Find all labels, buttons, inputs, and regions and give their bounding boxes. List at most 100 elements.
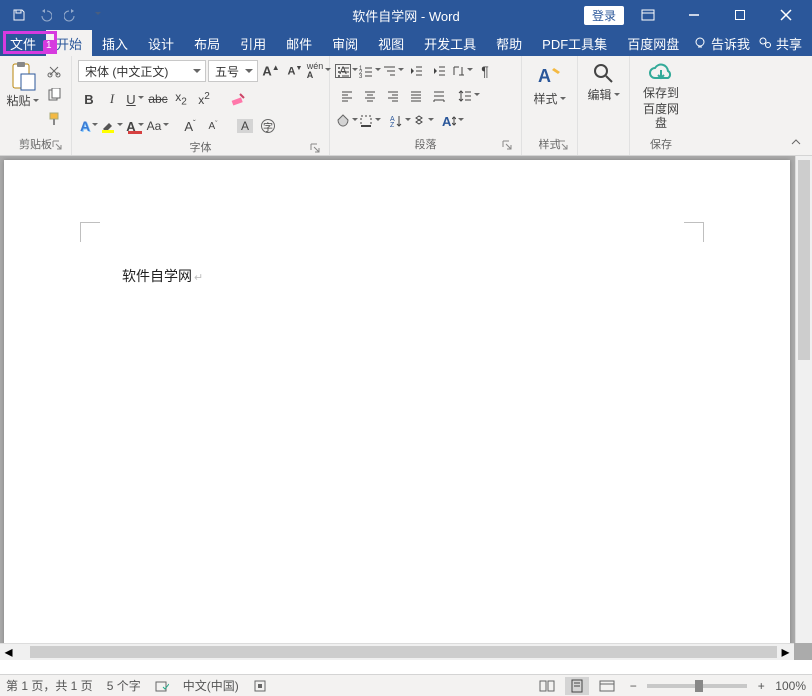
zoom-slider[interactable] <box>647 684 747 688</box>
zoom-thumb[interactable] <box>695 680 703 692</box>
tab-layout[interactable]: 布局 <box>184 30 230 56</box>
document-text[interactable]: 软件自学网↵ <box>122 266 203 286</box>
cut-icon[interactable] <box>43 60 65 82</box>
asian-layout-icon[interactable] <box>412 110 434 132</box>
status-page[interactable]: 第 1 页，共 1 页 <box>6 677 93 694</box>
close-icon[interactable] <box>764 0 808 30</box>
bullets-icon[interactable] <box>336 60 358 82</box>
paste-label: 粘贴 <box>6 92 38 109</box>
ribbon-display-icon[interactable] <box>626 0 670 30</box>
tab-insert[interactable]: 插入 <box>92 30 138 56</box>
tab-mailings[interactable]: 邮件 <box>276 30 322 56</box>
text-effects-icon[interactable]: A <box>78 115 100 137</box>
tab-help[interactable]: 帮助 <box>486 30 532 56</box>
superscript-icon[interactable]: x2 <box>193 88 215 110</box>
vertical-scrollbar[interactable] <box>795 156 812 643</box>
paste-button[interactable]: 粘贴 <box>6 60 39 109</box>
align-left-icon[interactable] <box>336 85 358 107</box>
share-button[interactable]: 共享 <box>758 34 802 53</box>
editing-button[interactable]: 编辑 <box>584 60 623 102</box>
group-editing: 编辑 <box>578 56 630 155</box>
borders-icon[interactable] <box>359 110 381 132</box>
clear-formatting-icon[interactable] <box>227 88 249 110</box>
group-editing-label <box>584 138 623 155</box>
numbering-icon[interactable]: 123 <box>359 60 381 82</box>
tab-view[interactable]: 视图 <box>368 30 414 56</box>
save-icon[interactable] <box>8 4 30 26</box>
clipboard-launcher-icon[interactable] <box>51 140 63 152</box>
page[interactable]: 软件自学网↵ <box>4 160 790 660</box>
copy-icon[interactable] <box>43 84 65 106</box>
print-layout-icon[interactable] <box>565 677 589 695</box>
strikethrough-icon[interactable]: abc <box>147 88 169 110</box>
tab-design[interactable]: 设计 <box>138 30 184 56</box>
minimize-icon[interactable] <box>672 0 716 30</box>
maximize-icon[interactable] <box>718 0 762 30</box>
multilevel-list-icon[interactable] <box>382 60 404 82</box>
align-justify-icon[interactable] <box>405 85 427 107</box>
align-distribute-icon[interactable] <box>428 85 450 107</box>
line-spacing-icon[interactable] <box>458 85 480 107</box>
subscript-icon[interactable]: x2 <box>170 88 192 110</box>
font-color-icon[interactable]: A <box>124 115 146 137</box>
font-size-select[interactable]: 五号 <box>208 60 258 82</box>
tab-review[interactable]: 审阅 <box>322 30 368 56</box>
svg-text:A: A <box>538 66 551 86</box>
align-right-icon[interactable] <box>382 85 404 107</box>
tab-pdf-tools[interactable]: PDF工具集 <box>532 30 617 56</box>
tab-baidu[interactable]: 百度网盘 <box>617 30 689 56</box>
save-to-baidu-button[interactable]: 保存到 百度网盘 <box>638 60 684 130</box>
status-proofing-icon[interactable] <box>155 679 169 693</box>
read-mode-icon[interactable] <box>535 677 559 695</box>
status-language[interactable]: 中文(中国) <box>183 677 239 694</box>
qat-customize-icon[interactable] <box>86 4 108 26</box>
show-marks-icon[interactable]: ¶ <box>474 60 496 82</box>
login-button[interactable]: 登录 <box>584 6 624 25</box>
sort-icon[interactable]: AZ <box>389 110 411 132</box>
horizontal-scrollbar[interactable]: ◂ ▸ <box>0 643 794 660</box>
tell-me[interactable]: 告诉我 <box>693 34 750 53</box>
styles-button[interactable]: A 样式 <box>528 60 571 106</box>
decrease-indent-icon[interactable] <box>405 60 427 82</box>
hscroll-left-icon[interactable]: ◂ <box>0 644 17 660</box>
char-shading-icon[interactable]: A <box>234 115 256 137</box>
italic-icon[interactable]: I <box>101 88 123 110</box>
zoom-in-icon[interactable]: + <box>753 679 769 693</box>
ribbon: 粘贴 剪贴板 宋体 (中文正文) 五号 A▲ A▼ wénA A <box>0 56 812 156</box>
undo-icon[interactable] <box>34 4 56 26</box>
paragraph-launcher-icon[interactable] <box>501 140 513 152</box>
align-center-icon[interactable] <box>359 85 381 107</box>
bold-icon[interactable]: B <box>78 88 100 110</box>
font-launcher-icon[interactable] <box>309 143 321 155</box>
shrink-font-icon[interactable]: A▼ <box>284 60 306 82</box>
zoom-level[interactable]: 100% <box>775 679 806 693</box>
tab-file[interactable]: 文件 <box>0 30 46 56</box>
styles-launcher-icon[interactable] <box>557 140 569 152</box>
shading-icon[interactable] <box>336 110 358 132</box>
format-painter-icon[interactable] <box>43 108 65 130</box>
status-word-count[interactable]: 5 个字 <box>107 677 141 694</box>
vertical-scroll-thumb[interactable] <box>798 160 810 360</box>
zoom-out-icon[interactable]: − <box>625 679 641 693</box>
web-layout-icon[interactable] <box>595 677 619 695</box>
change-case-icon[interactable]: Aa <box>147 115 169 137</box>
horizontal-scroll-thumb[interactable] <box>30 646 790 658</box>
grow-font2-icon[interactable]: Aˇ <box>179 115 201 137</box>
enclose-char-icon[interactable]: 字 <box>257 115 279 137</box>
shrink-font2-icon[interactable]: Aˇ <box>202 115 224 137</box>
phonetic-guide-icon[interactable]: wénA <box>308 60 330 82</box>
grow-font-icon[interactable]: A▲ <box>260 60 282 82</box>
group-font-label: 字体 <box>78 137 323 158</box>
underline-icon[interactable]: U <box>124 88 146 110</box>
tab-developer[interactable]: 开发工具 <box>414 30 486 56</box>
collapse-ribbon-icon[interactable] <box>790 135 806 151</box>
status-macro-icon[interactable] <box>253 679 267 693</box>
text-direction-icon[interactable] <box>451 60 473 82</box>
tab-references[interactable]: 引用 <box>230 30 276 56</box>
hscroll-right-icon[interactable]: ▸ <box>777 644 794 660</box>
highlight-icon[interactable] <box>101 115 123 137</box>
font-name-select[interactable]: 宋体 (中文正文) <box>78 60 206 82</box>
snap-to-grid-icon[interactable]: A <box>442 110 464 132</box>
redo-icon[interactable] <box>60 4 82 26</box>
increase-indent-icon[interactable] <box>428 60 450 82</box>
